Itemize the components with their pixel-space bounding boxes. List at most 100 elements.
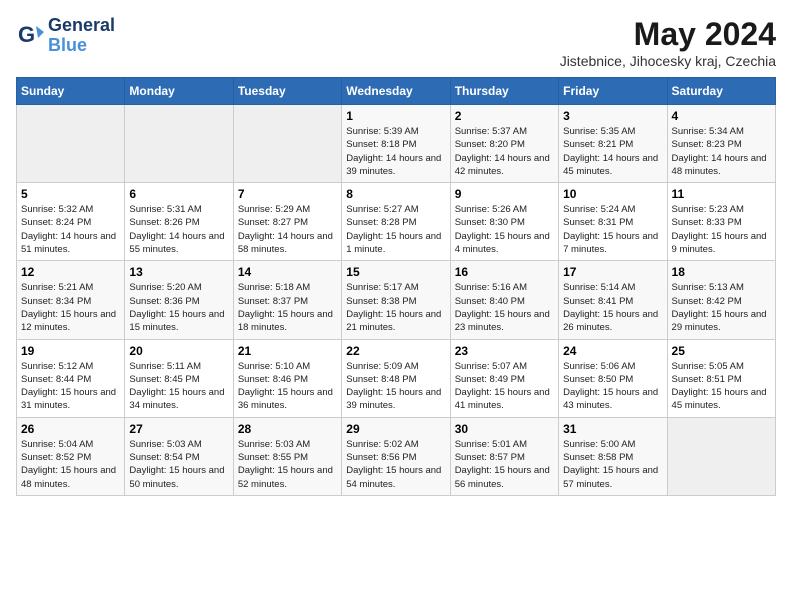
calendar-cell: 7 Sunrise: 5:29 AM Sunset: 8:27 PM Daylig… xyxy=(233,183,341,261)
day-info: Sunrise: 5:26 AM Sunset: 8:30 PM Dayligh… xyxy=(455,203,554,256)
day-number: 26 xyxy=(21,422,120,436)
day-info: Sunrise: 5:31 AM Sunset: 8:26 PM Dayligh… xyxy=(129,203,228,256)
calendar-cell: 17Sunrise: 5:14 AM Sunset: 8:41 PM Dayli… xyxy=(559,261,667,339)
day-number: 5 xyxy=(21,187,120,201)
calendar-cell: 6 Sunrise: 5:31 AM Sunset: 8:26 PM Daylig… xyxy=(125,183,233,261)
logo: G General Blue xyxy=(16,16,115,56)
calendar-cell: 2 Sunrise: 5:37 AM Sunset: 8:20 PM Daylig… xyxy=(450,105,558,183)
location: Jistebnice, Jihocesky kraj, Czechia xyxy=(560,53,776,69)
day-info: Sunrise: 5:07 AM Sunset: 8:49 PM Dayligh… xyxy=(455,360,554,413)
day-number: 16 xyxy=(455,265,554,279)
day-number: 19 xyxy=(21,344,120,358)
day-info: Sunrise: 5:02 AM Sunset: 8:56 PM Dayligh… xyxy=(346,438,445,491)
calendar-cell: 28 Sunrise: 5:03 AM Sunset: 8:55 PM Dayli… xyxy=(233,417,341,495)
day-info: Sunrise: 5:03 AM Sunset: 8:55 PM Dayligh… xyxy=(238,438,337,491)
calendar-cell xyxy=(125,105,233,183)
day-info: Sunrise: 5:32 AM Sunset: 8:24 PM Dayligh… xyxy=(21,203,120,256)
day-info: Sunrise: 5:05 AM Sunset: 8:51 PM Dayligh… xyxy=(672,360,771,413)
calendar-cell: 23 Sunrise: 5:07 AM Sunset: 8:49 PM Dayli… xyxy=(450,339,558,417)
calendar-cell: 4Sunrise: 5:34 AM Sunset: 8:23 PM Daylig… xyxy=(667,105,775,183)
day-info: Sunrise: 5:09 AM Sunset: 8:48 PM Dayligh… xyxy=(346,360,445,413)
day-info: Sunrise: 5:03 AM Sunset: 8:54 PM Dayligh… xyxy=(129,438,228,491)
day-info: Sunrise: 5:01 AM Sunset: 8:57 PM Dayligh… xyxy=(455,438,554,491)
calendar-cell: 31 Sunrise: 5:00 AM Sunset: 8:58 PM Dayli… xyxy=(559,417,667,495)
calendar-cell: 8 Sunrise: 5:27 AM Sunset: 8:28 PM Daylig… xyxy=(342,183,450,261)
day-number: 7 xyxy=(238,187,337,201)
day-info: Sunrise: 5:37 AM Sunset: 8:20 PM Dayligh… xyxy=(455,125,554,178)
page-header: G General Blue May 2024 Jistebnice, Jiho… xyxy=(16,16,776,69)
day-info: Sunrise: 5:21 AM Sunset: 8:34 PM Dayligh… xyxy=(21,281,120,334)
calendar-cell: 29 Sunrise: 5:02 AM Sunset: 8:56 PM Dayli… xyxy=(342,417,450,495)
col-header-saturday: Saturday xyxy=(667,78,775,105)
day-number: 15 xyxy=(346,265,445,279)
calendar-week-row: 12 Sunrise: 5:21 AM Sunset: 8:34 PM Dayli… xyxy=(17,261,776,339)
calendar-week-row: 19 Sunrise: 5:12 AM Sunset: 8:44 PM Dayli… xyxy=(17,339,776,417)
calendar-cell: 11 Sunrise: 5:23 AM Sunset: 8:33 PM Dayli… xyxy=(667,183,775,261)
day-number: 10 xyxy=(563,187,662,201)
day-number: 11 xyxy=(672,187,771,201)
day-info: Sunrise: 5:39 AM Sunset: 8:18 PM Dayligh… xyxy=(346,125,445,178)
logo-line1: General xyxy=(48,16,115,36)
day-number: 31 xyxy=(563,422,662,436)
col-header-wednesday: Wednesday xyxy=(342,78,450,105)
col-header-tuesday: Tuesday xyxy=(233,78,341,105)
month-title: May 2024 xyxy=(560,16,776,53)
day-number: 14 xyxy=(238,265,337,279)
day-number: 8 xyxy=(346,187,445,201)
calendar-cell: 5 Sunrise: 5:32 AM Sunset: 8:24 PM Daylig… xyxy=(17,183,125,261)
day-info: Sunrise: 5:14 AM Sunset: 8:41 PM Dayligh… xyxy=(563,281,662,334)
calendar-cell: 1Sunrise: 5:39 AM Sunset: 8:18 PM Daylig… xyxy=(342,105,450,183)
calendar-cell xyxy=(667,417,775,495)
day-number: 20 xyxy=(129,344,228,358)
day-info: Sunrise: 5:06 AM Sunset: 8:50 PM Dayligh… xyxy=(563,360,662,413)
calendar-cell: 20 Sunrise: 5:11 AM Sunset: 8:45 PM Dayli… xyxy=(125,339,233,417)
calendar-week-row: 26 Sunrise: 5:04 AM Sunset: 8:52 PM Dayli… xyxy=(17,417,776,495)
calendar-cell: 12 Sunrise: 5:21 AM Sunset: 8:34 PM Dayli… xyxy=(17,261,125,339)
day-number: 25 xyxy=(672,344,771,358)
calendar-cell: 30 Sunrise: 5:01 AM Sunset: 8:57 PM Dayli… xyxy=(450,417,558,495)
day-number: 13 xyxy=(129,265,228,279)
calendar-cell: 25 Sunrise: 5:05 AM Sunset: 8:51 PM Dayli… xyxy=(667,339,775,417)
calendar-cell: 27 Sunrise: 5:03 AM Sunset: 8:54 PM Dayli… xyxy=(125,417,233,495)
calendar-cell: 15 Sunrise: 5:17 AM Sunset: 8:38 PM Dayli… xyxy=(342,261,450,339)
day-number: 27 xyxy=(129,422,228,436)
calendar-cell: 13 Sunrise: 5:20 AM Sunset: 8:36 PM Dayli… xyxy=(125,261,233,339)
calendar-cell: 19 Sunrise: 5:12 AM Sunset: 8:44 PM Dayli… xyxy=(17,339,125,417)
day-info: Sunrise: 5:17 AM Sunset: 8:38 PM Dayligh… xyxy=(346,281,445,334)
day-number: 4 xyxy=(672,109,771,123)
day-info: Sunrise: 5:18 AM Sunset: 8:37 PM Dayligh… xyxy=(238,281,337,334)
day-info: Sunrise: 5:12 AM Sunset: 8:44 PM Dayligh… xyxy=(21,360,120,413)
calendar-cell: 3Sunrise: 5:35 AM Sunset: 8:21 PM Daylig… xyxy=(559,105,667,183)
calendar-week-row: 1Sunrise: 5:39 AM Sunset: 8:18 PM Daylig… xyxy=(17,105,776,183)
day-number: 21 xyxy=(238,344,337,358)
col-header-sunday: Sunday xyxy=(17,78,125,105)
calendar-week-row: 5 Sunrise: 5:32 AM Sunset: 8:24 PM Daylig… xyxy=(17,183,776,261)
col-header-monday: Monday xyxy=(125,78,233,105)
day-info: Sunrise: 5:04 AM Sunset: 8:52 PM Dayligh… xyxy=(21,438,120,491)
day-info: Sunrise: 5:27 AM Sunset: 8:28 PM Dayligh… xyxy=(346,203,445,256)
day-number: 29 xyxy=(346,422,445,436)
svg-text:G: G xyxy=(18,22,35,47)
day-number: 22 xyxy=(346,344,445,358)
day-number: 30 xyxy=(455,422,554,436)
day-info: Sunrise: 5:23 AM Sunset: 8:33 PM Dayligh… xyxy=(672,203,771,256)
calendar-table: SundayMondayTuesdayWednesdayThursdayFrid… xyxy=(16,77,776,496)
col-header-thursday: Thursday xyxy=(450,78,558,105)
calendar-header-row: SundayMondayTuesdayWednesdayThursdayFrid… xyxy=(17,78,776,105)
day-number: 12 xyxy=(21,265,120,279)
day-info: Sunrise: 5:35 AM Sunset: 8:21 PM Dayligh… xyxy=(563,125,662,178)
col-header-friday: Friday xyxy=(559,78,667,105)
calendar-cell: 18Sunrise: 5:13 AM Sunset: 8:42 PM Dayli… xyxy=(667,261,775,339)
calendar-cell xyxy=(233,105,341,183)
day-info: Sunrise: 5:11 AM Sunset: 8:45 PM Dayligh… xyxy=(129,360,228,413)
day-number: 2 xyxy=(455,109,554,123)
calendar-cell: 26 Sunrise: 5:04 AM Sunset: 8:52 PM Dayli… xyxy=(17,417,125,495)
day-number: 23 xyxy=(455,344,554,358)
day-info: Sunrise: 5:24 AM Sunset: 8:31 PM Dayligh… xyxy=(563,203,662,256)
day-info: Sunrise: 5:20 AM Sunset: 8:36 PM Dayligh… xyxy=(129,281,228,334)
day-number: 6 xyxy=(129,187,228,201)
day-info: Sunrise: 5:00 AM Sunset: 8:58 PM Dayligh… xyxy=(563,438,662,491)
day-info: Sunrise: 5:29 AM Sunset: 8:27 PM Dayligh… xyxy=(238,203,337,256)
day-number: 18 xyxy=(672,265,771,279)
day-number: 28 xyxy=(238,422,337,436)
